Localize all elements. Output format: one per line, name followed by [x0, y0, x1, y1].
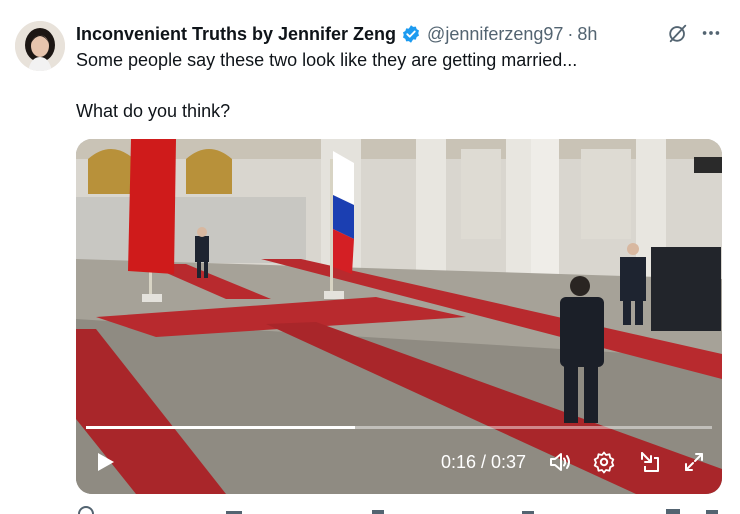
dock-icon[interactable]	[638, 450, 662, 474]
avatar[interactable]	[15, 21, 65, 71]
tweet-card[interactable]: Inconvenient Truths by Jennifer Zeng @je…	[0, 0, 740, 514]
more-options-icon[interactable]	[700, 22, 722, 44]
separator-dot: ·	[567, 23, 574, 44]
tweet-header: Inconvenient Truths by Jennifer Zeng @je…	[76, 22, 597, 46]
video-player[interactable]: 0:16 / 0:37	[76, 139, 722, 494]
author-display-name[interactable]: Inconvenient Truths by Jennifer Zeng	[76, 24, 396, 45]
verified-badge-icon	[403, 25, 420, 43]
tweet-text-line: What do you think?	[76, 101, 231, 121]
grok-icon[interactable]	[667, 22, 689, 44]
play-icon[interactable]	[94, 451, 116, 473]
video-time-readout: 0:16 / 0:37	[441, 452, 527, 472]
video-progress-fill	[86, 426, 356, 429]
video-progress-bar[interactable]	[86, 426, 712, 429]
volume-icon[interactable]	[548, 450, 572, 474]
action-bar-partial	[78, 506, 718, 514]
settings-icon[interactable]	[592, 450, 616, 474]
fullscreen-icon[interactable]	[682, 450, 706, 474]
tweet-text-line: Some people say these two look like they…	[76, 50, 578, 70]
author-handle[interactable]: @jenniferzeng97	[427, 24, 563, 45]
video-controls: 0:16 / 0:37	[76, 434, 722, 494]
timestamp[interactable]: 8h	[577, 24, 597, 45]
